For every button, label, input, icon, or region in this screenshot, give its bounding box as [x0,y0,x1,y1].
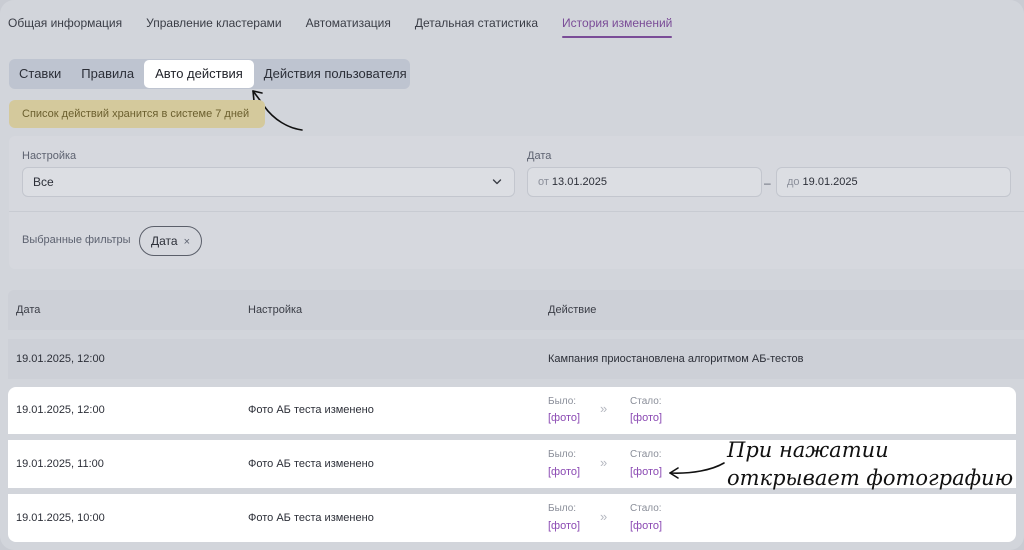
table-header: Дата Настройка Действие [8,290,1024,330]
column-header-action[interactable]: Действие [548,304,596,316]
annotation-line-2: открывает фотографию [727,466,1014,490]
row-setting: Фото АБ теста изменено [248,512,374,524]
row-setting: Фото АБ теста изменено [248,404,374,416]
app-window: Общая информация Управление кластерами А… [0,0,1024,550]
row-date: 19.01.2025, 12:00 [16,353,105,365]
after-photo-link[interactable]: [фото] [630,466,662,478]
date-from-value: 13.01.2025 [551,176,607,188]
table-row: 19.01.2025, 12:00 Фото АБ теста изменено… [8,387,1016,434]
annotation-pointer-arrow-icon [669,462,725,479]
filters-panel: Настройка Все Дата от 13.01.2025 – до 19.0… [9,136,1024,269]
tab-change-history[interactable]: История изменений [562,14,673,38]
date-from-input[interactable]: от 13.01.2025 [527,167,762,197]
after-label: Стало: [630,503,662,514]
column-header-date[interactable]: Дата [16,304,40,316]
setting-select[interactable]: Все [22,167,515,197]
filters-divider [9,211,1024,212]
date-to-prefix: до [787,176,800,188]
after-label: Стало: [630,396,662,407]
before-photo-link[interactable]: [фото] [548,466,580,478]
filter-chip-date[interactable]: Дата × [139,226,203,256]
row-date: 19.01.2025, 11:00 [16,458,104,470]
date-from-prefix: от [538,176,549,188]
segment-bids[interactable]: Ставки [13,61,67,87]
tab-automation[interactable]: Автоматизация [306,14,391,38]
segment-auto-actions[interactable]: Авто действия [144,60,254,88]
row-date: 19.01.2025, 10:00 [16,512,105,524]
date-range-dash: – [764,176,771,190]
tab-general-info[interactable]: Общая информация [8,14,122,38]
annotation-line-1: При нажатии [727,438,889,462]
table-row: 19.01.2025, 10:00 Фото АБ теста изменено… [8,494,1016,542]
tab-detailed-stats[interactable]: Детальная статистика [415,14,538,38]
after-label: Стало: [630,449,662,460]
before-label: Было: [548,503,577,514]
segment-rules[interactable]: Правила [75,61,140,87]
date-to-input[interactable]: до 19.01.2025 [776,167,1011,197]
history-type-segment: Ставки Правила Авто действия Действия по… [9,59,410,89]
close-icon[interactable]: × [184,236,190,248]
before-photo-link[interactable]: [фото] [548,520,580,532]
before-label: Было: [548,449,577,460]
after-photo-link[interactable]: [фото] [630,520,662,532]
chevron-down-icon [492,179,502,185]
table-row: 19.01.2025, 12:00 Кампания приостановлен… [8,339,1024,379]
row-date: 19.01.2025, 12:00 [16,404,105,416]
double-chevron-right-icon: » [600,509,608,524]
before-photo-link[interactable]: [фото] [548,412,580,424]
before-label: Было: [548,396,577,407]
retention-notice: Список действий хранится в системе 7 дне… [9,100,265,128]
selected-filters-label: Выбранные фильтры [22,234,131,246]
filter-chip-label: Дата [151,234,178,248]
after-photo-link[interactable]: [фото] [630,412,662,424]
setting-select-value: Все [33,175,54,189]
setting-filter-label: Настройка [22,150,77,162]
double-chevron-right-icon: » [600,455,608,470]
top-tabs: Общая информация Управление кластерами А… [8,14,673,40]
column-header-setting[interactable]: Настройка [248,304,302,316]
double-chevron-right-icon: » [600,401,608,416]
row-action: Кампания приостановлена алгоритмом АБ-те… [548,353,804,365]
date-to-value: 19.01.2025 [802,176,858,188]
date-filter-label: Дата [527,150,552,162]
tab-cluster-management[interactable]: Управление кластерами [146,14,281,38]
row-setting: Фото АБ теста изменено [248,458,374,470]
